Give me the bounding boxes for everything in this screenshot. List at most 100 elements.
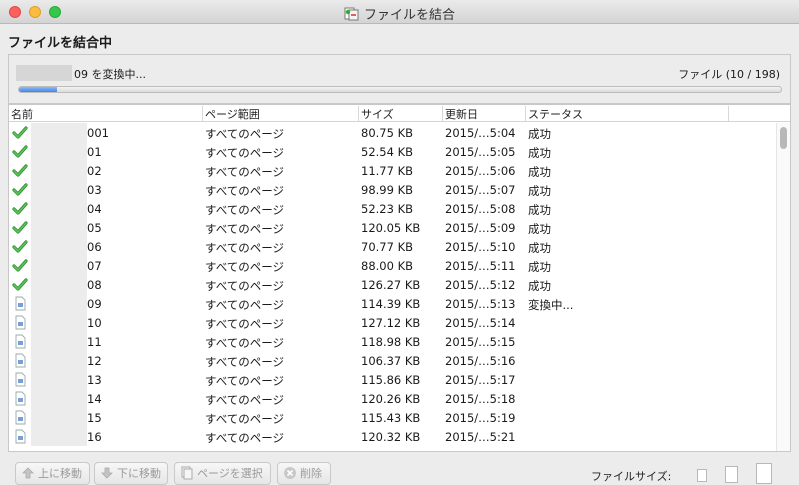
- row-size: 88.00 KB: [361, 259, 414, 273]
- row-size: 120.26 KB: [361, 392, 421, 406]
- progress-file-count: ファイル (10 / 198): [678, 68, 780, 81]
- scrollbar-thumb[interactable]: [780, 127, 787, 149]
- page-title: ファイルを結合中: [8, 36, 113, 51]
- row-name: 15: [87, 411, 102, 425]
- row-size: 80.75 KB: [361, 126, 414, 140]
- row-size: 115.43 KB: [361, 411, 421, 425]
- merge-app-icon: [344, 7, 359, 21]
- check-icon: [12, 201, 28, 216]
- row-name: 05: [87, 221, 102, 235]
- row-name: 09: [87, 297, 102, 311]
- delete-button[interactable]: 削除: [277, 462, 331, 485]
- row-name: 08: [87, 278, 102, 292]
- row-page-range: すべてのページ: [205, 355, 285, 369]
- row-page-range: すべてのページ: [205, 184, 285, 198]
- table-row[interactable]: 11 すべてのページ 118.98 KB 2015/…5:15: [9, 332, 777, 351]
- table-row[interactable]: 07 すべてのページ 88.00 KB 2015/…5:11 成功: [9, 256, 777, 275]
- file-icon: [12, 429, 28, 444]
- row-status: 成功: [528, 241, 551, 255]
- file-icon: [12, 334, 28, 349]
- table-row[interactable]: 06 すべてのページ 70.77 KB 2015/…5:10 成功: [9, 237, 777, 256]
- table-row[interactable]: 01 すべてのページ 52.54 KB 2015/…5:05 成功: [9, 142, 777, 161]
- row-status: 変換中...: [528, 298, 574, 312]
- progress-panel: 09 を変換中... ファイル (10 / 198): [8, 54, 791, 104]
- table-row[interactable]: 05 すべてのページ 120.05 KB 2015/…5:09 成功: [9, 218, 777, 237]
- table-row[interactable]: 04 すべてのページ 52.23 KB 2015/…5:08 成功: [9, 199, 777, 218]
- file-size-label: ファイルサイズ:: [591, 470, 672, 483]
- file-icon: [12, 353, 28, 368]
- row-name: 14: [87, 392, 102, 406]
- redacted-filename: [31, 351, 87, 370]
- column-header-date[interactable]: 更新日: [443, 106, 526, 121]
- table-row[interactable]: 001 すべてのページ 80.75 KB 2015/…5:04 成功: [9, 123, 777, 142]
- vertical-scrollbar[interactable]: [776, 123, 790, 451]
- row-page-range: すべてのページ: [205, 393, 285, 407]
- row-date: 2015/…5:13: [445, 297, 516, 311]
- row-name: 16: [87, 430, 102, 444]
- row-page-range: すべてのページ: [205, 317, 285, 331]
- row-size: 52.54 KB: [361, 145, 414, 159]
- row-name: 06: [87, 240, 102, 254]
- row-size: 120.05 KB: [361, 221, 421, 235]
- row-status: 成功: [528, 203, 551, 217]
- redacted-filename: [31, 275, 87, 294]
- row-date: 2015/…5:17: [445, 373, 516, 387]
- table-row[interactable]: 16 すべてのページ 120.32 KB 2015/…5:21: [9, 427, 777, 446]
- row-name: 12: [87, 354, 102, 368]
- arrow-up-icon: [22, 467, 34, 479]
- move-up-button[interactable]: 上に移動: [15, 462, 90, 485]
- table-row[interactable]: 14 すべてのページ 120.26 KB 2015/…5:18: [9, 389, 777, 408]
- move-down-button[interactable]: 下に移動: [94, 462, 168, 485]
- small-file-size-icon[interactable]: [697, 469, 707, 482]
- file-table[interactable]: 名前 ページ範囲 サイズ 更新日 ステータス 001 すべてのページ 80.75 K…: [8, 104, 791, 452]
- check-icon: [12, 182, 28, 197]
- redacted-filename: [31, 313, 87, 332]
- row-size: 52.23 KB: [361, 202, 414, 216]
- progress-status-text: 09 を変換中...: [74, 68, 146, 81]
- row-date: 2015/…5:14: [445, 316, 516, 330]
- move-down-label: 下に移動: [117, 467, 161, 480]
- column-header-range[interactable]: ページ範囲: [203, 106, 359, 121]
- progress-bar-fill: [19, 87, 58, 92]
- redacted-filename: [31, 161, 87, 180]
- row-size: 114.39 KB: [361, 297, 421, 311]
- table-header: 名前 ページ範囲 サイズ 更新日 ステータス: [9, 105, 790, 122]
- file-icon: [12, 391, 28, 406]
- row-date: 2015/…5:10: [445, 240, 516, 254]
- row-date: 2015/…5:05: [445, 145, 516, 159]
- column-header-status[interactable]: ステータス: [526, 106, 729, 121]
- row-page-range: すべてのページ: [205, 222, 285, 236]
- row-name: 11: [87, 335, 102, 349]
- check-icon: [12, 163, 28, 178]
- medium-file-size-icon[interactable]: [725, 466, 738, 483]
- row-date: 2015/…5:07: [445, 183, 516, 197]
- row-size: 126.27 KB: [361, 278, 421, 292]
- row-date: 2015/…5:08: [445, 202, 516, 216]
- file-icon: [12, 296, 28, 311]
- column-header-name[interactable]: 名前: [9, 106, 203, 121]
- row-date: 2015/…5:12: [445, 278, 516, 292]
- table-row[interactable]: 13 すべてのページ 115.86 KB 2015/…5:17: [9, 370, 777, 389]
- table-row[interactable]: 03 すべてのページ 98.99 KB 2015/…5:07 成功: [9, 180, 777, 199]
- table-row[interactable]: 15 すべてのページ 115.43 KB 2015/…5:19: [9, 408, 777, 427]
- row-size: 118.98 KB: [361, 335, 421, 349]
- file-icon: [12, 315, 28, 330]
- redacted-filename: [31, 256, 87, 275]
- table-row[interactable]: 10 すべてのページ 127.12 KB 2015/…5:14: [9, 313, 777, 332]
- row-date: 2015/…5:15: [445, 335, 516, 349]
- select-pages-button[interactable]: ページを選択: [174, 462, 271, 485]
- file-icon: [12, 372, 28, 387]
- table-row[interactable]: 08 すべてのページ 126.27 KB 2015/…5:12 成功: [9, 275, 777, 294]
- row-size: 98.99 KB: [361, 183, 414, 197]
- table-row[interactable]: 02 すべてのページ 11.77 KB 2015/…5:06 成功: [9, 161, 777, 180]
- row-size: 115.86 KB: [361, 373, 421, 387]
- row-page-range: すべてのページ: [205, 260, 285, 274]
- column-header-size[interactable]: サイズ: [359, 106, 443, 121]
- table-row[interactable]: 09 すべてのページ 114.39 KB 2015/…5:13 変換中...: [9, 294, 777, 313]
- check-icon: [12, 220, 28, 235]
- check-icon: [12, 125, 28, 140]
- table-row[interactable]: 12 すべてのページ 106.37 KB 2015/…5:16: [9, 351, 777, 370]
- redacted-filename: [31, 408, 87, 427]
- large-file-size-icon[interactable]: [756, 463, 772, 484]
- row-name: 07: [87, 259, 102, 273]
